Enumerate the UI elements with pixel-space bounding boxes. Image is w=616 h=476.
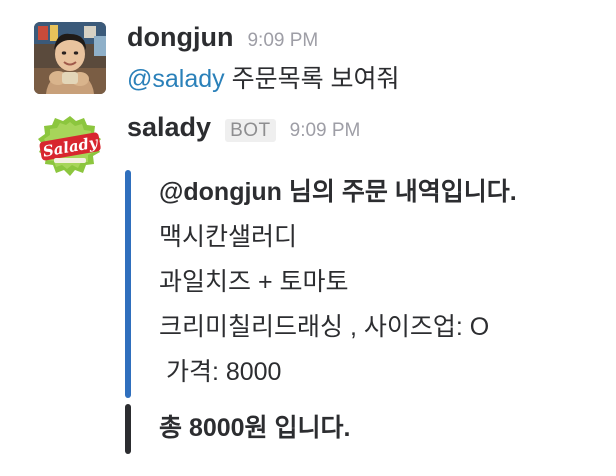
attachment-color-bar [125,404,131,454]
mention-link[interactable]: @salady [127,65,225,93]
avatar-dongjun[interactable] [34,22,106,94]
timestamp[interactable]: 9:09 PM [247,30,318,52]
timestamp[interactable]: 9:09 PM [290,120,361,142]
message-text-content: 주문목록 보여줘 [224,65,400,93]
avatar-salady[interactable]: Salady [34,112,106,184]
attachment-order-details: @dongjun 님의 주문 내역입니다. 맥시칸샐러디 과일치즈 + 토마토 … [125,170,605,398]
bot-badge: BOT [225,119,276,142]
message-dongjun: dongjun 9:09 PM @salady 주문목록 보여줘 [34,18,604,98]
message-text: @salady 주문목록 보여줘 [127,59,604,95]
attachment-line-price: 가격: 8000 [159,358,282,386]
attachment-color-bar [125,170,131,398]
message-body: dongjun 9:09 PM @salady 주문목록 보여줘 [127,22,604,95]
attachment-content: 총 8000원 입니다. [159,406,605,451]
attachment-total-text: 총 8000원 입니다. [159,414,351,442]
attachment-line-toppings: 과일치즈 + 토마토 [159,268,349,296]
attachment-title: @dongjun 님의 주문 내역입니다. [159,178,517,206]
message-body: salady BOT 9:09 PM [127,112,604,143]
attachment-line-dressing: 크리미칠리드래싱 , 사이즈업: O [159,313,490,341]
salady-logo-icon: Salady [34,112,106,184]
message-salady: Salady salady BOT 9:09 PM @dongjun 님의 주문… [34,108,604,468]
attachment-order-total: 총 8000원 입니다. [125,404,605,454]
username[interactable]: salady [127,112,211,143]
message-header: dongjun 9:09 PM [127,22,604,53]
attachment-line-menu: 맥시칸샐러디 [159,223,298,251]
message-header: salady BOT 9:09 PM [127,112,604,143]
attachment-content: @dongjun 님의 주문 내역입니다. 맥시칸샐러디 과일치즈 + 토마토 … [159,170,605,395]
user-photo-icon [34,22,106,94]
username[interactable]: dongjun [127,22,233,53]
